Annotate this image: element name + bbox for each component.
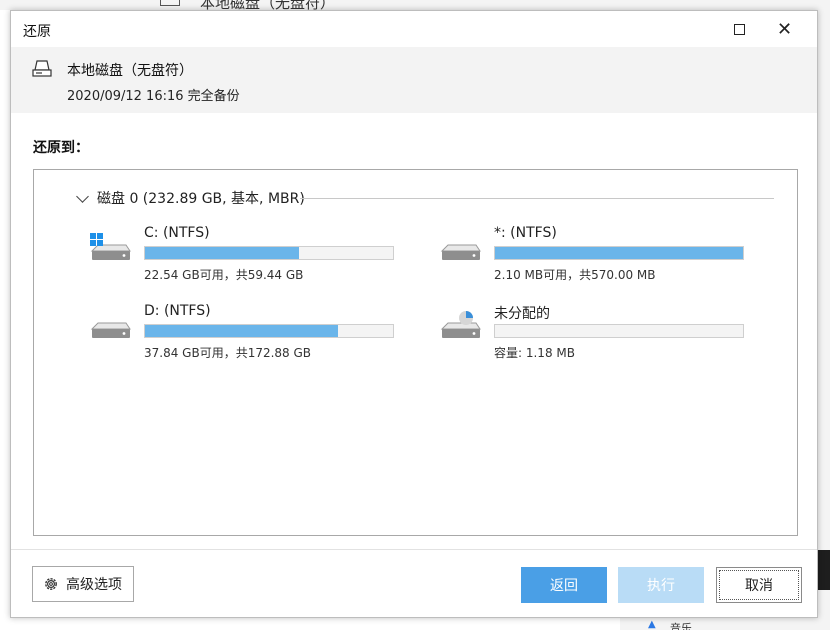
background-drive-icon	[160, 0, 180, 6]
close-icon: ✕	[776, 18, 793, 40]
partition-info: 22.54 GB可用，共59.44 GB	[144, 268, 304, 282]
partition-c[interactable]: C: (NTFS) 22.54 GB可用，共59.44 GB	[88, 225, 408, 285]
partition-name: C: (NTFS)	[144, 225, 210, 241]
usage-bar	[494, 246, 744, 260]
advanced-options-button[interactable]: 高级选项	[32, 566, 134, 602]
unallocated-drive-icon	[440, 311, 481, 338]
disk-divider	[300, 198, 774, 199]
restore-to-label: 还原到：	[33, 140, 89, 156]
partition-name: 未分配的	[494, 306, 550, 322]
back-button[interactable]: 返回	[521, 567, 607, 603]
partition-name: *: (NTFS)	[494, 225, 557, 241]
restore-dialog: 还原 ✕ 本地磁盘（无盘符） 2020/09/12 16:16 完全备份 还原到…	[10, 10, 818, 618]
partition-d[interactable]: D: (NTFS) 37.84 GB可用，共172.88 GB	[88, 303, 408, 363]
background-window-top: 本地磁盘（无盘符）	[0, 0, 830, 10]
cursor-arrow-icon: ▲	[648, 619, 656, 630]
background-folder-label: 音乐	[670, 622, 692, 630]
usage-fill	[145, 325, 339, 337]
windows-drive-icon	[90, 233, 131, 260]
partition-name: D: (NTFS)	[144, 303, 211, 319]
partition-info: 2.10 MB可用，共570.00 MB	[494, 268, 656, 282]
partition-info: 容量: 1.18 MB	[494, 346, 575, 360]
drive-icon	[440, 244, 481, 260]
usage-fill	[145, 247, 299, 259]
background-window-bottom: ▲ 音乐	[620, 618, 830, 630]
partition-unallocated[interactable]: 未分配的 容量: 1.18 MB	[438, 303, 758, 363]
execute-button[interactable]: 执行	[618, 567, 704, 603]
backup-timestamp: 2020/09/12 16:16 完全备份	[67, 89, 240, 104]
advanced-options-label: 高级选项	[66, 577, 122, 593]
cancel-button[interactable]: 取消	[716, 567, 802, 603]
background-title: 本地磁盘（无盘符）	[200, 0, 336, 10]
title-bar[interactable]: 还原 ✕	[11, 11, 817, 47]
usage-fill	[495, 247, 743, 259]
source-title: 本地磁盘（无盘符）	[67, 63, 193, 79]
usage-bar	[144, 324, 394, 338]
background-window-right	[818, 10, 830, 630]
disk-header[interactable]: 磁盘 0 (232.89 GB, 基本, MBR)	[76, 188, 305, 208]
backup-info-header: 本地磁盘（无盘符） 2020/09/12 16:16 完全备份	[11, 47, 817, 113]
maximize-icon	[734, 23, 745, 35]
partition-star[interactable]: *: (NTFS) 2.10 MB可用，共570.00 MB	[438, 225, 758, 285]
partition-info: 37.84 GB可用，共172.88 GB	[144, 346, 312, 360]
chevron-down-icon[interactable]	[76, 189, 89, 203]
drive-icon	[32, 60, 52, 77]
gear-icon	[45, 578, 57, 590]
maximize-button[interactable]	[717, 11, 762, 47]
drive-icon	[90, 322, 131, 338]
dialog-title: 还原	[23, 24, 51, 40]
usage-bar	[494, 324, 744, 338]
disk-label: 磁盘 0 (232.89 GB, 基本, MBR)	[97, 191, 305, 207]
destination-panel: 磁盘 0 (232.89 GB, 基本, MBR) C: (NTFS) 22.5…	[33, 169, 798, 536]
footer-divider	[11, 549, 817, 550]
usage-bar	[144, 246, 394, 260]
close-button[interactable]: ✕	[762, 11, 807, 47]
focus-ring	[719, 570, 799, 600]
